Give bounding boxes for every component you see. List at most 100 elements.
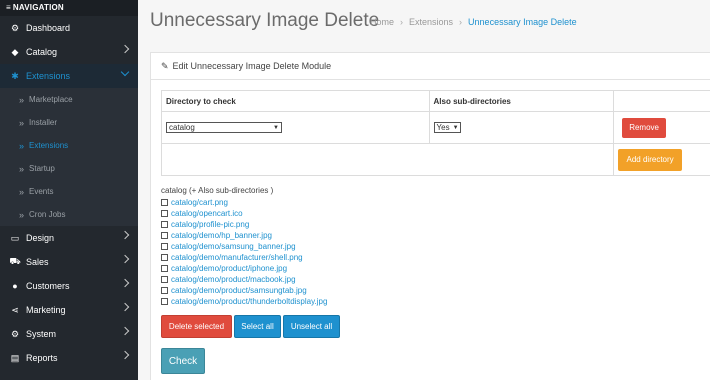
sidebar-item-label: Catalog — [26, 47, 58, 57]
delete-selected-button[interactable]: Delete selected — [161, 315, 232, 338]
directory-cell: catalog ▼ — [161, 111, 430, 144]
puzzle-icon: ✱ — [11, 70, 19, 81]
breadcrumb: Home › Extensions › Unnecessary Image Delete — [370, 17, 577, 27]
sidebar-item-system[interactable]: ⚙ System — [0, 322, 138, 346]
file-link[interactable]: catalog/demo/manufacturer/shell.png — [171, 253, 303, 262]
monitor-icon: ▭ — [10, 232, 20, 243]
breadcrumb-current[interactable]: Unnecessary Image Delete — [468, 17, 577, 27]
user-icon: ● — [12, 281, 18, 291]
column-header-directory: Directory to check — [161, 90, 430, 112]
submenu-item-installer[interactable]: » Installer — [0, 111, 138, 134]
chevron-down-icon: ▼ — [273, 124, 279, 131]
double-chevron-icon: » — [19, 140, 25, 151]
add-directory-button[interactable]: Add directory — [618, 148, 683, 171]
double-chevron-icon: » — [19, 94, 25, 105]
file-checkbox[interactable] — [161, 221, 168, 228]
submenu-item-startup[interactable]: » Startup — [0, 157, 138, 180]
unselect-all-button[interactable]: Unselect all — [283, 315, 340, 338]
remove-button[interactable]: Remove — [622, 117, 667, 138]
file-link[interactable]: catalog/demo/product/macbook.jpg — [171, 275, 296, 284]
list-item: catalog/opencart.ico — [161, 208, 327, 219]
double-chevron-icon: » — [19, 186, 25, 197]
table-row: catalog ▼ Yes ▼ Remove — [161, 111, 710, 144]
file-checkbox[interactable] — [161, 243, 168, 250]
gear-icon: ⚙ — [10, 328, 20, 339]
submenu-item-extensions[interactable]: » Extensions — [0, 134, 138, 157]
submenu-item-cron-jobs[interactable]: » Cron Jobs — [0, 203, 138, 226]
breadcrumb-separator-icon: › — [459, 17, 463, 27]
submenu-item-label: Extensions — [29, 141, 69, 150]
sidebar-item-label: Customers — [26, 281, 70, 291]
submenu-item-label: Cron Jobs — [29, 210, 66, 219]
file-checkbox[interactable] — [161, 199, 168, 206]
tag-icon: ◆ — [11, 46, 19, 57]
submenu-item-label: Installer — [29, 118, 58, 127]
submenu-item-label: Marketplace — [29, 95, 73, 104]
sidebar-item-reports[interactable]: ▤ Reports — [0, 346, 138, 370]
file-link[interactable]: catalog/demo/samsung_banner.jpg — [171, 242, 296, 251]
file-link[interactable]: catalog/cart.png — [171, 198, 228, 207]
file-checkbox[interactable] — [161, 298, 168, 305]
file-checkbox[interactable] — [161, 287, 168, 294]
page-title: Unnecessary Image Delete — [150, 10, 380, 31]
select-all-button[interactable]: Select all — [234, 315, 281, 338]
chevron-down-icon — [120, 67, 130, 77]
panel-heading-label: Edit Unnecessary Image Delete Module — [172, 61, 332, 71]
sidebar-item-extensions[interactable]: ✱ Extensions — [0, 64, 138, 88]
subdirectories-select-value: Yes — [436, 123, 450, 132]
double-chevron-icon: » — [19, 117, 25, 128]
file-link[interactable]: catalog/opencart.ico — [171, 209, 243, 218]
list-item: catalog/demo/product/thunderboltdisplay.… — [161, 296, 327, 307]
file-checkbox[interactable] — [161, 254, 168, 261]
pencil-icon: ✎ — [161, 61, 169, 71]
submenu-item-marketplace[interactable]: » Marketplace — [0, 88, 138, 111]
file-checkbox[interactable] — [161, 210, 168, 217]
breadcrumb-home[interactable]: Home — [370, 17, 394, 27]
list-item: catalog/profile-pic.png — [161, 219, 327, 230]
submenu-item-label: Startup — [29, 164, 55, 173]
action-cell: Remove — [613, 111, 710, 144]
chevron-right-icon — [120, 350, 130, 360]
sidebar-item-label: System — [26, 329, 57, 339]
directory-select[interactable]: catalog ▼ — [166, 122, 282, 133]
check-button[interactable]: Check — [161, 348, 205, 374]
menu-icon: ≡ — [6, 3, 11, 12]
dashboard-icon: ⚙ — [10, 22, 20, 33]
sidebar-item-marketing[interactable]: ⋖ Marketing — [0, 298, 138, 322]
list-item: catalog/demo/samsung_banner.jpg — [161, 241, 327, 252]
sidebar-item-label: Sales — [26, 257, 49, 267]
extensions-submenu: » Marketplace » Installer » Extensions » Sta… — [0, 88, 138, 226]
submenu-item-label: Events — [29, 187, 54, 196]
chevron-right-icon — [120, 254, 130, 264]
sidebar-item-label: Reports — [26, 353, 58, 363]
sidebar-item-dashboard[interactable]: ⚙ Dashboard — [0, 16, 138, 40]
file-checkbox[interactable] — [161, 232, 168, 239]
sidebar-item-label: Extensions — [26, 71, 71, 81]
file-link[interactable]: catalog/demo/product/thunderboltdisplay.… — [171, 297, 327, 306]
sidebar-item-sales[interactable]: ⛟ Sales — [0, 250, 138, 274]
subdirectories-select[interactable]: Yes ▼ — [433, 122, 461, 133]
file-checkbox[interactable] — [161, 265, 168, 272]
chevron-right-icon — [120, 278, 130, 288]
chevron-right-icon — [120, 302, 130, 312]
breadcrumb-extensions[interactable]: Extensions — [409, 17, 453, 27]
edit-module-panel: ✎ Edit Unnecessary Image Delete Module Di… — [150, 52, 710, 380]
directory-table: Directory to check Also sub-directories … — [160, 90, 710, 176]
sidebar-item-customers[interactable]: ● Customers — [0, 274, 138, 298]
panel-heading: ✎ Edit Unnecessary Image Delete Module — [151, 53, 710, 80]
sidebar: ≡ NAVIGATION ⚙ Dashboard ◆ Catalog ✱ Extensi… — [0, 0, 138, 380]
file-link[interactable]: catalog/demo/product/iphone.jpg — [171, 264, 287, 273]
table-row: Add directory — [160, 143, 710, 176]
sidebar-item-design[interactable]: ▭ Design — [0, 226, 138, 250]
file-list: catalog (+ Also sub-directories ) catalo… — [161, 186, 327, 307]
submenu-item-events[interactable]: » Events — [0, 180, 138, 203]
sidebar-item-catalog[interactable]: ◆ Catalog — [0, 40, 138, 64]
file-link[interactable]: catalog/demo/hp_banner.jpg — [171, 231, 272, 240]
chevron-right-icon — [120, 44, 130, 54]
file-link[interactable]: catalog/profile-pic.png — [171, 220, 249, 229]
file-checkbox[interactable] — [161, 276, 168, 283]
sidebar-item-label: Marketing — [26, 305, 66, 315]
subdirectories-cell: Yes ▼ — [428, 111, 615, 144]
chevron-down-icon: ▼ — [452, 124, 459, 131]
file-link[interactable]: catalog/demo/product/samsungtab.jpg — [171, 286, 307, 295]
